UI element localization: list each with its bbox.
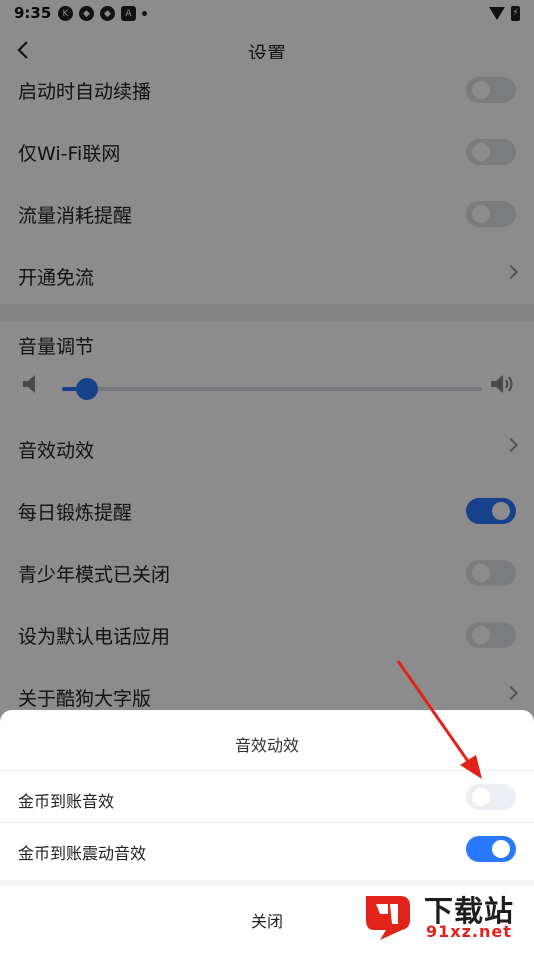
sheet-item-coin-vibration[interactable]: 金币到账震动音效: [0, 822, 534, 875]
watermark-logo-icon: [366, 896, 410, 940]
watermark: 下载站 91xz.net: [360, 886, 530, 946]
sheet-item-label: 金币到账震动音效: [18, 844, 147, 863]
toggle-knob: [472, 788, 490, 806]
coin-sound-toggle[interactable]: [466, 784, 516, 810]
toggle-knob: [492, 840, 510, 858]
annotation-arrow-icon: [396, 660, 482, 779]
coin-vibration-toggle[interactable]: [466, 836, 516, 862]
sheet-item-label: 金币到账音效: [18, 792, 115, 811]
watermark-url: 91xz.net: [426, 922, 512, 941]
